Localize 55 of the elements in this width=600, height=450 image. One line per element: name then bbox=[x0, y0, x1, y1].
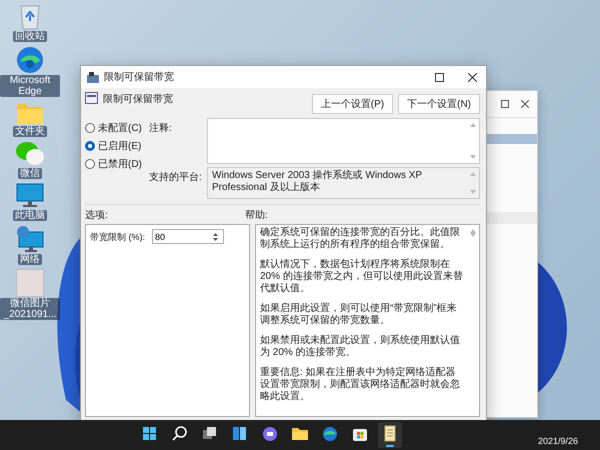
help-paragraph: 重要信息: 如果在注册表中为特定网络适配器设置带宽限制，则配置该网络适配器时就会忽略此设置。 bbox=[260, 367, 461, 403]
window-title: 限制可保留带宽 bbox=[104, 70, 175, 84]
search-icon[interactable] bbox=[172, 426, 187, 440]
radio-circle[interactable] bbox=[85, 159, 95, 169]
start-icon[interactable] bbox=[143, 426, 156, 440]
help-paragraph: 确定系统可保留的连接带宽的百分比。此值限制系统上运行的所有程序的组合带宽保留。 bbox=[260, 227, 461, 251]
desktop-icon-label[interactable]: 此电脑 bbox=[13, 210, 47, 221]
comment-field[interactable] bbox=[207, 118, 480, 164]
desktop-icon-label[interactable]: 网络 bbox=[18, 254, 42, 265]
option-label: 带宽限制 (%): bbox=[90, 231, 146, 244]
radio-option[interactable]: 已启用(E) bbox=[85, 139, 149, 153]
desktop-icon-label[interactable]: 微信图片_2021091... bbox=[0, 298, 60, 320]
taskbar-app-button[interactable] bbox=[378, 422, 402, 448]
network-monitor-icon bbox=[16, 225, 44, 253]
help-paragraph: 如果禁用或未配置此设置，则系统使用默认值为 20% 的连接带宽。 bbox=[260, 335, 461, 359]
platform-text: Windows Server 2003 操作系统或 Windows XP Professional 及以上版本 bbox=[211, 168, 423, 195]
monitor-icon bbox=[16, 183, 44, 209]
close-icon bbox=[468, 72, 476, 82]
policy-icon bbox=[87, 72, 99, 82]
desktop-icon-label[interactable]: 回收站 bbox=[13, 31, 47, 42]
help-paragraph: 如果启用此设置，则可以使用“带宽限制”框来调整系统可保留的带宽数量。 bbox=[260, 303, 458, 327]
radio-option[interactable]: 已禁用(D) bbox=[85, 157, 149, 171]
maximize-icon[interactable] bbox=[501, 100, 509, 108]
help-paragraph: 默认情况下，数据包计划程序将系统限制在 20% 的连接带宽之内，但可以使用此设置来替代默认值。 bbox=[260, 259, 463, 295]
edge-browser-icon[interactable] bbox=[323, 426, 337, 440]
desktop-icon-label[interactable]: Microsoft Edge bbox=[0, 75, 60, 97]
edge-browser-icon bbox=[16, 46, 44, 74]
nav-button[interactable]: 下一个设置(N) bbox=[398, 94, 480, 114]
help-label: 帮助: bbox=[245, 208, 268, 223]
folder-icon[interactable] bbox=[292, 428, 308, 440]
spin-box[interactable]: 80 bbox=[152, 229, 224, 244]
comment-label: 注释: bbox=[149, 122, 173, 136]
options-label: 选项: bbox=[85, 208, 109, 223]
overlapping-windows-icon[interactable] bbox=[203, 426, 216, 438]
radio-circle[interactable] bbox=[85, 141, 95, 151]
spinner-arrows-icon[interactable] bbox=[211, 231, 220, 242]
taskbar-date: 2021/9/26 bbox=[538, 436, 578, 446]
bandwidth-input[interactable]: 80 bbox=[153, 232, 211, 242]
nav-button[interactable]: 上一个设置(P) bbox=[312, 94, 394, 114]
platform-label: 支持的平台: bbox=[149, 170, 203, 185]
scroll-document-icon[interactable] bbox=[384, 425, 396, 441]
video-chat-icon[interactable] bbox=[263, 426, 277, 440]
maximize-icon bbox=[434, 72, 444, 82]
photo-placeholder bbox=[16, 269, 44, 297]
desktop-icon-label[interactable]: 微信 bbox=[18, 168, 42, 179]
setting-icon bbox=[85, 92, 98, 104]
setting-title: 限制可保留带宽 bbox=[103, 92, 174, 106]
desktop-icon-label[interactable]: 文件夹 bbox=[13, 126, 47, 137]
store-bag-icon[interactable] bbox=[353, 428, 367, 440]
chat-bubbles-icon bbox=[15, 141, 45, 167]
radio-option[interactable]: 未配置(C) bbox=[85, 121, 149, 135]
close-icon[interactable] bbox=[521, 100, 529, 108]
radio-circle[interactable] bbox=[85, 123, 95, 133]
folder-icon bbox=[16, 101, 44, 125]
widgets-icon[interactable] bbox=[233, 426, 246, 440]
